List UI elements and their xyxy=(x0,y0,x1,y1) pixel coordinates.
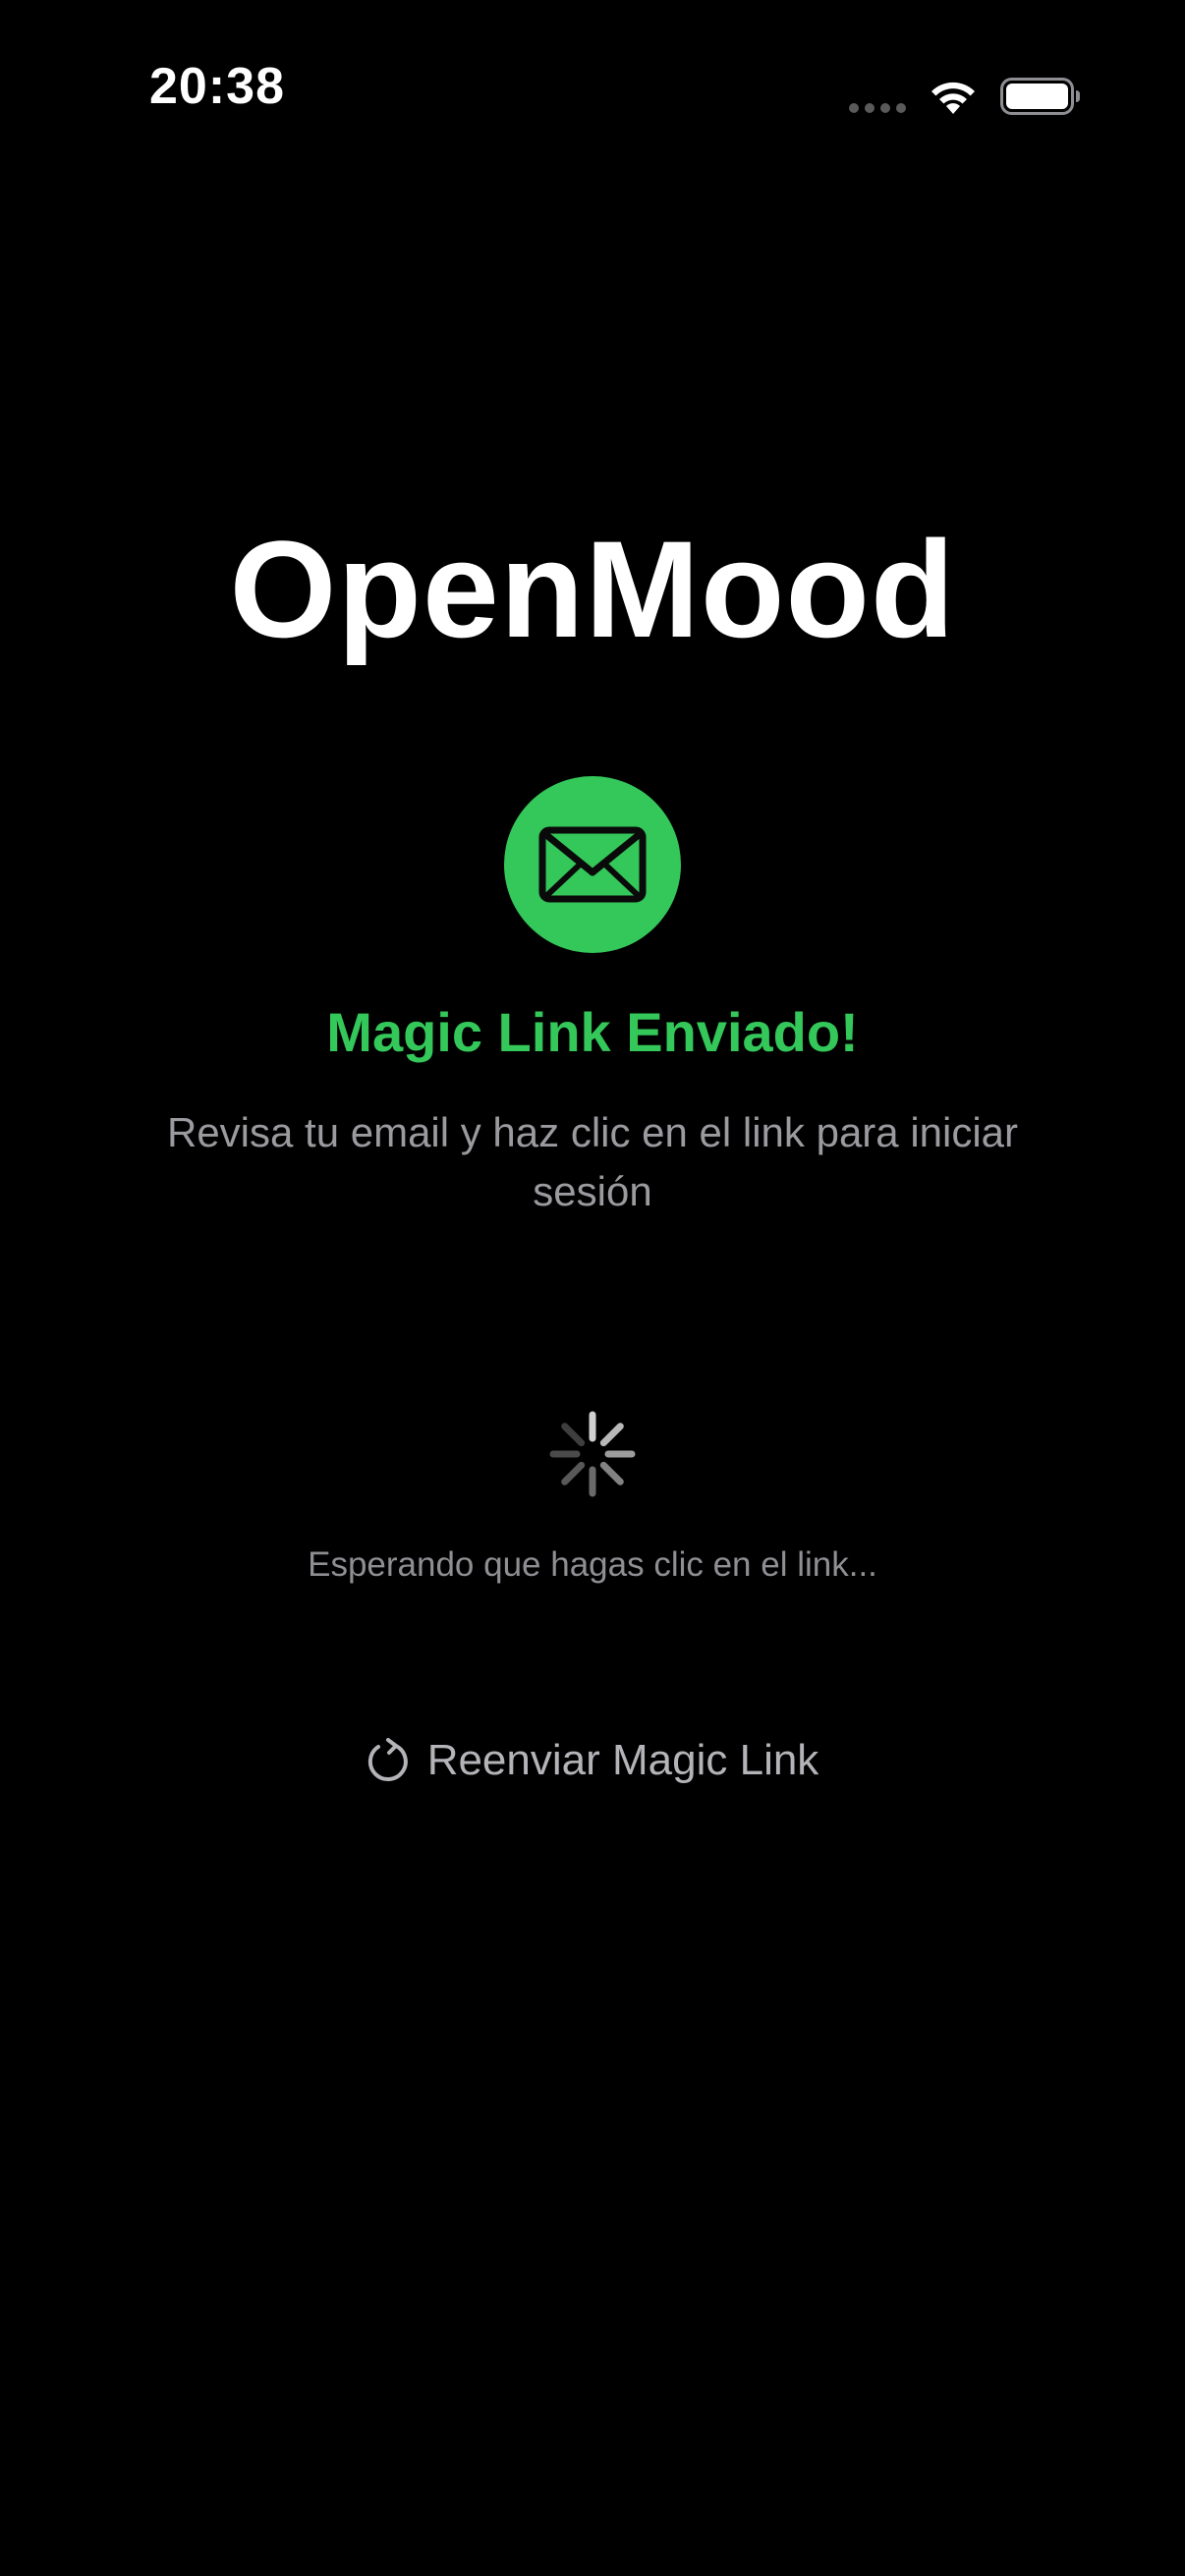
status-bar: 20:38 xyxy=(0,0,1185,147)
sent-heading: Magic Link Enviado! xyxy=(326,1001,859,1063)
envelope-icon xyxy=(538,826,647,903)
refresh-icon xyxy=(367,1738,408,1782)
resend-label: Reenviar Magic Link xyxy=(426,1736,819,1784)
sent-message: Revisa tu email y haz clic en el link pa… xyxy=(166,1109,1019,1214)
status-time: 20:38 xyxy=(149,58,285,115)
app-title: OpenMood xyxy=(229,512,956,666)
resend-magic-link-button[interactable]: Reenviar Magic Link xyxy=(347,1719,838,1802)
activity-spinner-icon xyxy=(549,1411,636,1497)
battery-icon xyxy=(1000,78,1080,115)
cellular-signal-icon xyxy=(849,103,906,113)
wifi-icon xyxy=(931,82,975,114)
waiting-text: Esperando que hagas clic en el link... xyxy=(308,1545,877,1584)
mail-badge xyxy=(504,776,681,953)
